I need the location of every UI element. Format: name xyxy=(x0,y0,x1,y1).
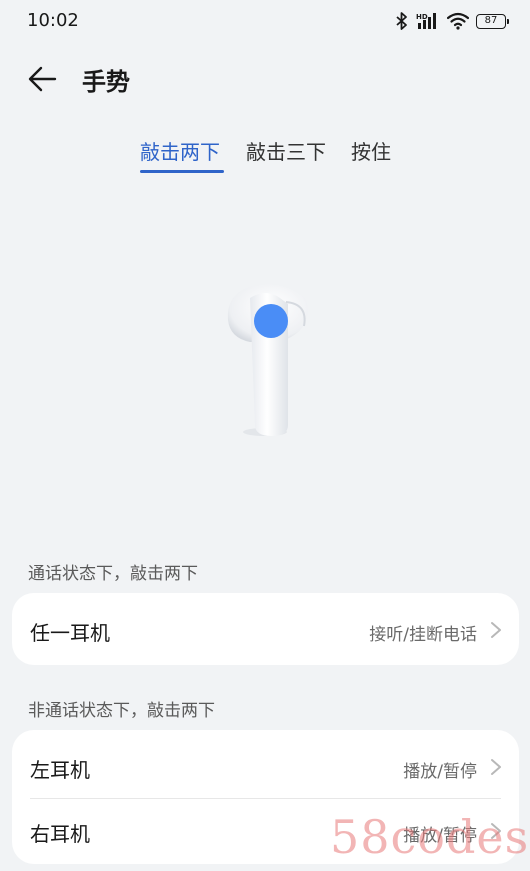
gesture-settings-screen: 10:02 HD 87 手势 敲击两下 敲击三下 按住 通话状态下，敲击两下 任… xyxy=(0,0,530,871)
tap-target-dot xyxy=(254,304,288,338)
earbud-illustration xyxy=(227,284,308,436)
setting-row-label: 右耳机 xyxy=(30,822,90,846)
page-title: 手势 xyxy=(82,68,130,96)
setting-row-value: 接听/挂断电话 xyxy=(369,625,477,645)
status-icons: HD 87 xyxy=(395,11,509,31)
active-tab-indicator xyxy=(140,170,224,173)
tab-triple-tap[interactable]: 敲击三下 xyxy=(246,136,326,165)
setting-row-value: 播放/暂停 xyxy=(403,762,477,782)
battery-icon: 87 xyxy=(476,13,509,29)
status-bar: 10:02 HD 87 xyxy=(0,0,530,42)
tab-double-tap[interactable]: 敲击两下 xyxy=(140,136,220,165)
watermark: 58codes xyxy=(330,810,530,864)
chevron-right-icon xyxy=(491,622,501,638)
network-type-label: HD xyxy=(416,13,428,21)
section-label-not-in-call: 非通话状态下，敲击两下 xyxy=(28,701,215,721)
status-time: 10:02 xyxy=(27,10,79,31)
setting-row-label: 任一耳机 xyxy=(30,621,110,645)
arrow-left-icon xyxy=(28,66,57,92)
chevron-right-icon xyxy=(491,759,501,775)
tab-press-and-hold[interactable]: 按住 xyxy=(351,136,391,165)
battery-level: 87 xyxy=(484,14,498,26)
setting-row-either-earbud[interactable]: 任一耳机 接听/挂断电话 xyxy=(12,597,519,661)
cellular-signal-icon: HD xyxy=(416,13,436,29)
setting-row-left-earbud[interactable]: 左耳机 播放/暂停 xyxy=(12,734,519,798)
gesture-tabs: 敲击两下 敲击三下 按住 xyxy=(0,136,530,176)
setting-row-label: 左耳机 xyxy=(30,758,90,782)
header: 手势 xyxy=(0,56,530,100)
in-call-card: 任一耳机 接听/挂断电话 xyxy=(12,593,519,665)
section-label-in-call: 通话状态下，敲击两下 xyxy=(28,564,198,584)
back-button[interactable] xyxy=(26,62,60,96)
bluetooth-icon xyxy=(396,12,407,30)
wifi-icon xyxy=(447,12,469,30)
